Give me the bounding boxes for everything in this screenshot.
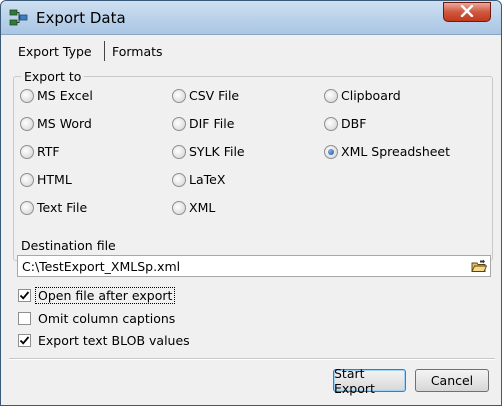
destination-file-label: Destination file: [21, 238, 116, 253]
radio-html[interactable]: HTML: [20, 172, 72, 187]
checkbox-omit-column-captions[interactable]: Omit column captions: [18, 311, 175, 326]
close-icon: [460, 4, 474, 20]
tab-formats[interactable]: Formats: [112, 44, 163, 59]
cancel-button[interactable]: Cancel: [415, 369, 489, 392]
checkbox-indicator: [18, 334, 31, 347]
open-folder-icon[interactable]: [470, 257, 488, 275]
radio-label: DBF: [341, 116, 367, 131]
radio-indicator: [20, 116, 34, 131]
radio-label: XML Spreadsheet: [341, 144, 451, 159]
radio-indicator: [172, 88, 186, 103]
checkbox-indicator: [18, 312, 31, 325]
checkmark-icon: [19, 291, 30, 300]
export-to-group: Export to MS Excel MS Word RTF HTML Text…: [13, 69, 493, 261]
radio-indicator: [172, 116, 186, 131]
export-data-icon: [9, 9, 29, 27]
destination-file-input[interactable]: C:\TestExport_XMLSp.xml: [17, 255, 491, 277]
radio-xml-spreadsheet[interactable]: XML Spreadsheet: [324, 144, 450, 159]
radio-rtf[interactable]: RTF: [20, 144, 60, 159]
radio-label: MS Excel: [37, 88, 93, 103]
radio-dbf[interactable]: DBF: [324, 116, 366, 131]
radio-label: MS Word: [37, 116, 92, 131]
radio-indicator: [20, 200, 34, 215]
radio-label: Clipboard: [341, 88, 401, 103]
radio-indicator: [324, 116, 338, 131]
destination-file-value: C:\TestExport_XMLSp.xml: [22, 259, 181, 274]
radio-csv-file[interactable]: CSV File: [172, 88, 239, 103]
radio-label: CSV File: [189, 88, 240, 103]
tab-export-type[interactable]: Export Type: [18, 44, 92, 59]
radio-label: XML: [189, 200, 216, 215]
checkbox-export-text-blob-values[interactable]: Export text BLOB values: [18, 333, 190, 348]
radio-ms-excel[interactable]: MS Excel: [20, 88, 93, 103]
radio-latex[interactable]: LaTeX: [172, 172, 225, 187]
window-title: Export Data: [36, 9, 126, 27]
checkbox-label: Export text BLOB values: [38, 333, 190, 348]
checkbox-label: Omit column captions: [38, 311, 176, 326]
radio-indicator: [20, 88, 34, 103]
title-bar[interactable]: Export Data: [1, 1, 501, 35]
tab-strip: Export Type Formats: [9, 36, 495, 64]
radio-indicator-selected: [324, 144, 338, 159]
radio-label: Text File: [37, 200, 88, 215]
export-data-dialog: Export Data Export Type Formats Export t…: [0, 0, 502, 406]
radio-label: SYLK File: [189, 144, 245, 159]
start-export-button[interactable]: Start Export: [333, 366, 406, 396]
radio-indicator: [20, 172, 34, 187]
checkbox-label: Open file after export: [34, 287, 176, 304]
radio-text-file[interactable]: Text File: [20, 200, 87, 215]
radio-indicator: [324, 88, 338, 103]
radio-indicator: [172, 172, 186, 187]
checkmark-icon: [19, 336, 30, 345]
checkbox-indicator: [18, 289, 31, 302]
radio-sylk-file[interactable]: SYLK File: [172, 144, 245, 159]
radio-indicator: [20, 144, 34, 159]
radio-indicator: [172, 200, 186, 215]
radio-xml[interactable]: XML: [172, 200, 215, 215]
tab-separator: [104, 41, 105, 61]
close-button[interactable]: [443, 2, 491, 22]
radio-indicator: [172, 144, 186, 159]
radio-ms-word[interactable]: MS Word: [20, 116, 92, 131]
radio-label: RTF: [37, 144, 60, 159]
radio-dif-file[interactable]: DIF File: [172, 116, 234, 131]
radio-label: HTML: [37, 172, 72, 187]
radio-label: LaTeX: [189, 172, 226, 187]
dialog-body: Export Type Formats Export to MS Excel M…: [9, 36, 495, 400]
radio-clipboard[interactable]: Clipboard: [324, 88, 401, 103]
radio-label: DIF File: [189, 116, 235, 131]
checkbox-open-file-after-export[interactable]: Open file after export: [18, 287, 176, 304]
export-to-label: Export to: [21, 69, 85, 84]
footer-divider: [9, 358, 495, 360]
